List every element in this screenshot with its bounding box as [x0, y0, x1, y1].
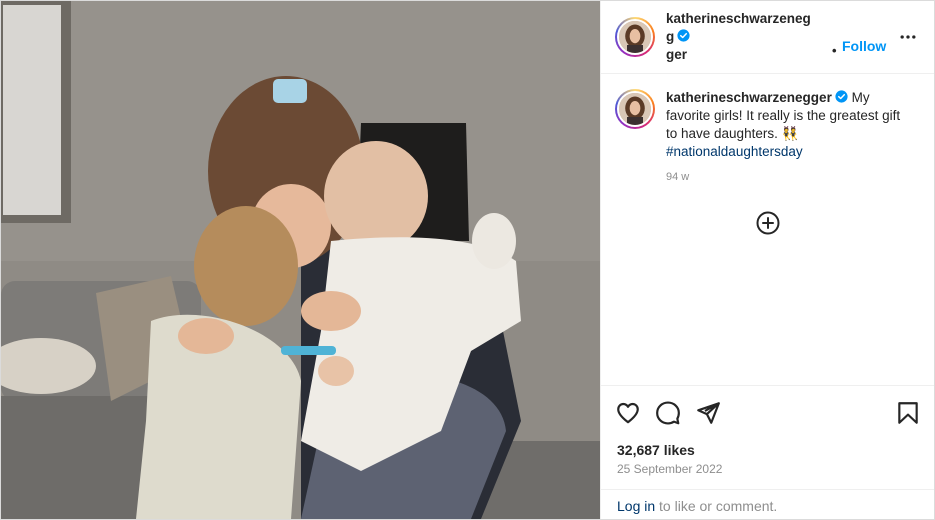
heart-icon[interactable]: [615, 400, 641, 426]
post-photo[interactable]: [1, 1, 600, 519]
login-suffix: to like or comment.: [655, 498, 778, 514]
author-username[interactable]: katherineschwarzenegg ger: [666, 10, 816, 64]
separator-dot: •: [832, 43, 837, 58]
plus-circle-icon[interactable]: [756, 211, 780, 235]
verified-badge-icon: [835, 90, 848, 103]
more-horizontal-icon[interactable]: [898, 27, 918, 47]
post-sidebar: katherineschwarzenegg ger • Follow kathe…: [600, 1, 934, 519]
caption-timestamp: 94 w: [666, 171, 690, 183]
like-count[interactable]: 32,687 likes: [617, 442, 695, 458]
post-date: 25 September 2022: [617, 462, 723, 476]
caption-username[interactable]: katherineschwarzenegger: [666, 90, 832, 105]
instagram-post: katherineschwarzenegg ger • Follow kathe…: [0, 0, 935, 520]
post-photo-illustration: [1, 1, 600, 519]
caption-text: katherineschwarzenegger My favorite girl…: [666, 89, 906, 161]
caption-body: katherineschwarzenegger My favorite girl…: [666, 89, 906, 183]
caption-hashtag[interactable]: #nationaldaughtersday: [666, 144, 803, 159]
caption-avatar[interactable]: [615, 89, 655, 129]
follow-button[interactable]: Follow: [842, 38, 886, 54]
verified-badge-icon: [677, 29, 690, 42]
author-avatar[interactable]: [615, 17, 655, 57]
comment-icon[interactable]: [655, 400, 681, 426]
avatar-image: [617, 19, 653, 55]
paper-plane-icon[interactable]: [695, 400, 721, 426]
login-link[interactable]: Log in: [617, 498, 655, 514]
post-header: katherineschwarzenegg ger • Follow: [601, 1, 934, 74]
avatar-image: [617, 91, 653, 127]
bookmark-icon[interactable]: [895, 400, 921, 426]
post-caption: katherineschwarzenegger My favorite girl…: [615, 89, 915, 183]
login-prompt: Log in to like or comment.: [601, 489, 934, 519]
action-bar: [601, 385, 934, 437]
username-line-2: ger: [666, 47, 688, 62]
